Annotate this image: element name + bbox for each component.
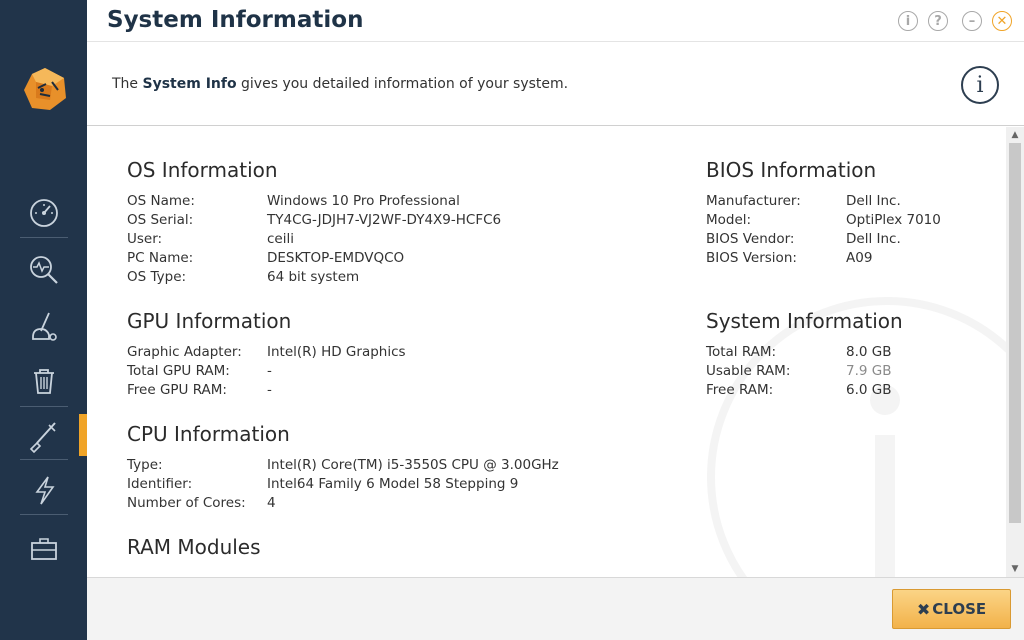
os-section: OS Information OS Name: Windows 10 Pro Pr… xyxy=(127,158,502,285)
close-icon: ✖ xyxy=(916,599,931,619)
close-button-label: CLOSE xyxy=(932,600,987,618)
nav-active-indicator xyxy=(79,414,87,456)
scroll-down-icon[interactable]: ▼ xyxy=(1006,561,1024,577)
nav-tools[interactable] xyxy=(0,414,87,458)
tools-icon xyxy=(29,422,56,453)
vacuum-icon xyxy=(31,312,57,341)
lightning-icon xyxy=(34,476,55,505)
section-heading: BIOS Information xyxy=(706,158,877,182)
content-area: OS Information OS Name: Windows 10 Pro Pr… xyxy=(87,127,1006,577)
description-text: The System Info gives you detailed infor… xyxy=(112,76,569,92)
section-heading: OS Information xyxy=(127,158,278,182)
nav-trash[interactable] xyxy=(0,359,87,403)
close-button[interactable]: ✖ CLOSE xyxy=(892,589,1011,629)
nav-boost[interactable] xyxy=(0,468,87,512)
toolbox-icon xyxy=(30,538,57,560)
scroll-up-icon[interactable]: ▲ xyxy=(1006,127,1024,143)
scan-magnifier-icon xyxy=(29,256,58,284)
help-button[interactable]: ? xyxy=(928,11,948,31)
vertical-scrollbar[interactable]: ▲ ▼ xyxy=(1006,127,1024,577)
nav-speed[interactable] xyxy=(0,191,87,235)
scroll-thumb[interactable] xyxy=(1009,143,1021,523)
system-section: System Information Total RAM: 8.0 GB Usab… xyxy=(706,309,903,398)
section-heading: System Information xyxy=(706,309,903,333)
speedometer-icon xyxy=(29,199,58,227)
sidebar xyxy=(0,0,87,640)
description-bar: The System Info gives you detailed infor… xyxy=(87,42,1024,126)
gpu-section: GPU Information Graphic Adapter: Intel(R)… xyxy=(127,309,406,398)
app-logo-icon xyxy=(24,68,66,110)
close-window-button[interactable]: ✕ xyxy=(992,11,1012,31)
trash-icon xyxy=(33,369,54,394)
footer: ✖ CLOSE xyxy=(87,577,1024,640)
minimize-button[interactable]: – xyxy=(962,11,982,31)
nav-scan[interactable] xyxy=(0,248,87,292)
section-heading: RAM Modules xyxy=(127,535,261,559)
section-heading: GPU Information xyxy=(127,309,292,333)
bios-section: BIOS Information Manufacturer: Dell Inc. … xyxy=(706,158,941,266)
title-bar: System Information i ? – ✕ xyxy=(87,0,1024,42)
ram-modules-section: RAM Modules xyxy=(127,535,261,569)
nav-cleaner[interactable] xyxy=(0,304,87,348)
info-button[interactable]: i xyxy=(898,11,918,31)
info-icon[interactable]: i xyxy=(961,66,999,104)
page-title: System Information xyxy=(107,7,364,33)
nav-toolbox[interactable] xyxy=(0,527,87,571)
cpu-section: CPU Information Type: Intel(R) Core(TM) i… xyxy=(127,422,559,511)
section-heading: CPU Information xyxy=(127,422,290,446)
